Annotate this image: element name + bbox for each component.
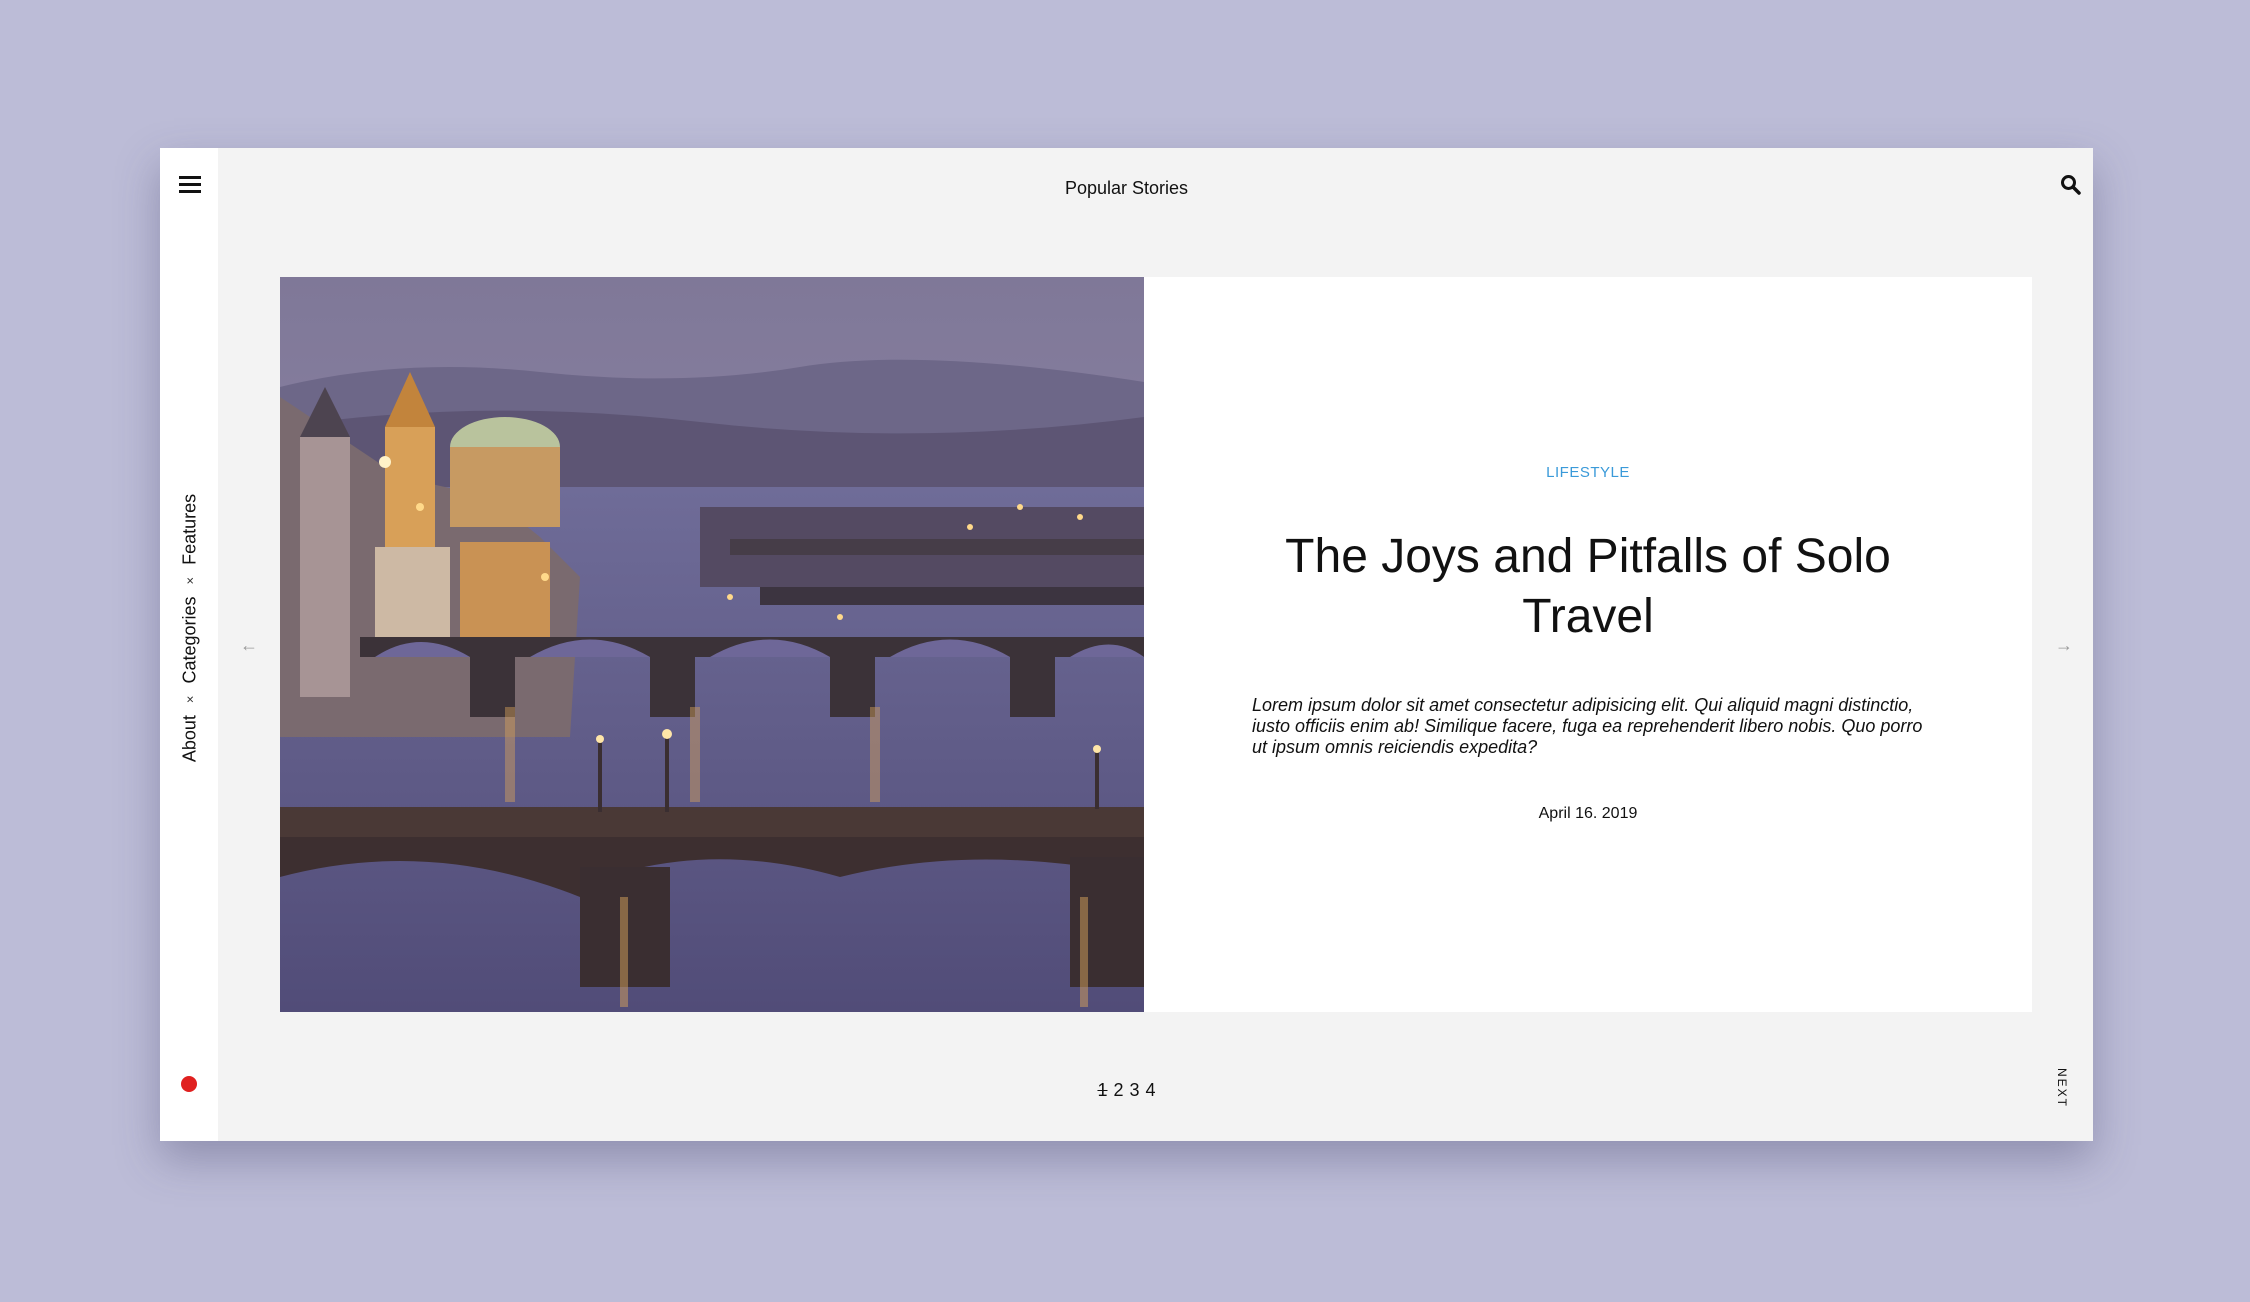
story-content: LIFESTYLE The Joys and Pitfalls of Solo … (1144, 277, 2032, 1012)
blog-window: About × Categories × Features Popular St… (160, 148, 2093, 1141)
sidebar-nav: About × Categories × Features (180, 494, 201, 762)
nav-separator: × (182, 576, 198, 585)
page-link-3[interactable]: 3 (1130, 1080, 1140, 1101)
page-link-1[interactable]: 1 (1097, 1080, 1107, 1101)
sidebar: About × Categories × Features (160, 148, 218, 1141)
story-title[interactable]: The Joys and Pitfalls of Solo Travel (1264, 527, 1912, 647)
sidebar-item-categories[interactable]: Categories (180, 596, 201, 683)
story-excerpt: Lorem ipsum dolor sit amet consectetur a… (1252, 695, 1923, 757)
story-date: April 16. 2019 (1538, 805, 1638, 822)
arrow-right-icon[interactable]: → (2055, 636, 2073, 654)
nav-separator: × (182, 695, 198, 704)
page-link-4[interactable]: 4 (1146, 1080, 1156, 1101)
story-category-link[interactable]: LIFESTYLE (1144, 464, 2032, 481)
pagination: 1234 (160, 1080, 2093, 1101)
page-title: Popular Stories (1064, 178, 1189, 198)
sidebar-item-features[interactable]: Features (180, 494, 201, 565)
sidebar-item-about[interactable]: About (180, 715, 201, 762)
story-image[interactable] (280, 277, 1144, 1012)
search-icon[interactable] (2060, 174, 2082, 196)
arrow-left-icon[interactable]: ← (240, 636, 258, 654)
page-link-2[interactable]: 2 (1113, 1080, 1123, 1101)
story-card: LIFESTYLE The Joys and Pitfalls of Solo … (280, 277, 2032, 1012)
next-link[interactable]: NEXT (2055, 1068, 2069, 1108)
